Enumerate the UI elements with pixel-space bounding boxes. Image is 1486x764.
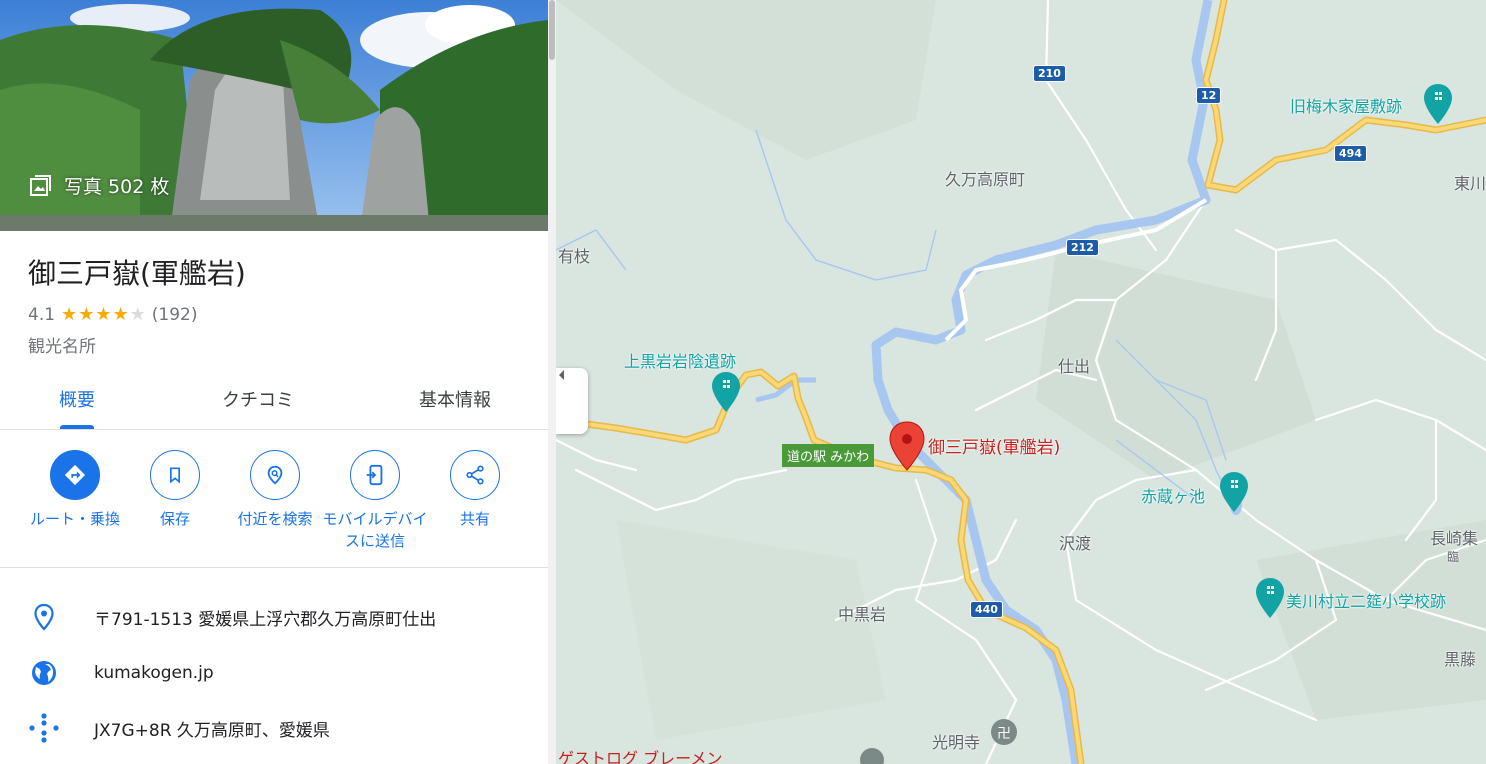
route-shield-440: 440 xyxy=(970,601,1003,618)
plus-code-text: JX7G+8R 久万高原町、愛媛県 xyxy=(94,720,330,741)
michinoeki-label[interactable]: 道の駅 みかわ xyxy=(782,444,875,467)
save-button[interactable]: 保存 xyxy=(120,450,230,530)
map-label-nakakuroiwa: 中黒岩 xyxy=(838,605,887,624)
rating-value: 4.1 xyxy=(28,305,56,325)
tab-about[interactable]: 基本情報 xyxy=(419,386,491,412)
tab-bar: 概要 クチコミ 基本情報 xyxy=(0,370,548,430)
map-label-higashikawa: 東川 xyxy=(1454,174,1486,193)
map-label-nagasaki: 長崎集 xyxy=(1430,529,1479,548)
location-pin-icon xyxy=(34,603,54,631)
panel-scrollbar[interactable] xyxy=(548,0,556,764)
chevron-left-icon xyxy=(559,370,564,380)
scrollbar-thumb[interactable] xyxy=(549,0,555,60)
poi-label-akakura-pond[interactable]: 赤蔵ヶ池 xyxy=(1141,483,1205,507)
map-label-shide: 仕出 xyxy=(1058,357,1091,376)
star-icon: ★ xyxy=(112,304,129,325)
tab-reviews[interactable]: クチコミ xyxy=(222,386,294,412)
page-title: 御三戸嶽(軍艦岩) xyxy=(28,257,246,290)
bookmark-icon xyxy=(170,467,180,484)
route-shield-212: 212 xyxy=(1066,239,1099,256)
selected-place-label[interactable]: 御三戸嶽(軍艦岩) xyxy=(928,433,1060,458)
route-shield-210: 210 xyxy=(1033,65,1066,82)
poi-label-school-site[interactable]: 美川村立二筵小学校跡 xyxy=(1286,588,1446,612)
selected-pin-icon xyxy=(889,421,925,471)
plus-code-row[interactable]: JX7G+8R 久万高原町、愛媛県 xyxy=(0,703,548,753)
directions-icon xyxy=(64,464,86,486)
plus-code-icon xyxy=(29,713,59,743)
review-count-link[interactable]: (192) xyxy=(152,305,198,325)
share-button[interactable]: 共有 xyxy=(420,450,530,530)
photo-count[interactable]: 写真 502 枚 xyxy=(28,172,169,199)
share-icon xyxy=(466,465,484,485)
hero-photo[interactable]: 写真 502 枚 xyxy=(0,0,548,231)
place-panel: 写真 502 枚 御三戸嶽(軍艦岩) 4.1 ★ ★ ★ ★ ★ (192) 観… xyxy=(0,0,556,764)
route-shield-12: 12 xyxy=(1196,87,1222,104)
address-text: 〒791-1513 愛媛県上浮穴郡久万高原町仕出 xyxy=(94,609,437,630)
map-label-arieda: 有枝 xyxy=(558,247,591,266)
tab-active-indicator xyxy=(60,425,94,429)
globe-icon xyxy=(32,661,56,685)
nearby-search-icon xyxy=(267,465,283,485)
map-label-kumakogen: 久万高原町 xyxy=(945,170,1026,189)
route-shield-494: 494 xyxy=(1334,145,1367,162)
star-icon: ★ xyxy=(61,304,78,325)
address-row[interactable]: 〒791-1513 愛媛県上浮穴郡久万高原町仕出 xyxy=(0,592,548,642)
photo-gallery-icon xyxy=(30,174,51,196)
tab-overview[interactable]: 概要 xyxy=(59,386,95,412)
star-empty-icon: ★ xyxy=(129,304,146,325)
rating-stars: ★ ★ ★ ★ ★ xyxy=(61,306,146,324)
collapse-panel-button[interactable] xyxy=(556,368,588,434)
map-label-komyoji[interactable]: 光明寺 xyxy=(932,729,980,753)
directions-button[interactable]: ルート・乗換 xyxy=(20,450,130,530)
photo-count-label: 写真 502 枚 xyxy=(64,176,170,198)
star-icon: ★ xyxy=(95,304,112,325)
website-link[interactable]: kumakogen.jp xyxy=(94,663,214,683)
action-bar: ルート・乗換 保存 付近を検索 モバイルデバイスに送信 共有 xyxy=(0,430,548,568)
map-label-rin: 臨 xyxy=(1447,550,1460,564)
star-icon: ★ xyxy=(78,304,95,325)
send-to-phone-button[interactable]: モバイルデバイスに送信 xyxy=(320,450,430,552)
poi-label-umeki-house[interactable]: 旧梅木家屋敷跡 xyxy=(1290,93,1402,117)
map-label-guestlog[interactable]: ゲストログ ブレーメン xyxy=(558,745,722,764)
website-row[interactable]: kumakogen.jp xyxy=(0,648,548,698)
nearby-search-button[interactable]: 付近を検索 xyxy=(220,450,330,530)
rating-row: 4.1 ★ ★ ★ ★ ★ (192) xyxy=(28,305,197,325)
map-label-kurofuji: 黒藤 xyxy=(1444,650,1477,669)
map-label-sawatari: 沢渡 xyxy=(1059,534,1092,553)
svg-text:卍: 卍 xyxy=(997,726,1011,742)
send-to-phone-icon xyxy=(366,464,383,486)
poi-label-kamikuroiwa[interactable]: 上黒岩岩陰遺跡 xyxy=(624,348,736,372)
map-canvas[interactable]: 卍 210 12 494 212 440 久万高原町 有枝 仕出 沢渡 中黒岩 … xyxy=(556,0,1486,764)
category-link[interactable]: 観光名所 xyxy=(28,332,96,357)
